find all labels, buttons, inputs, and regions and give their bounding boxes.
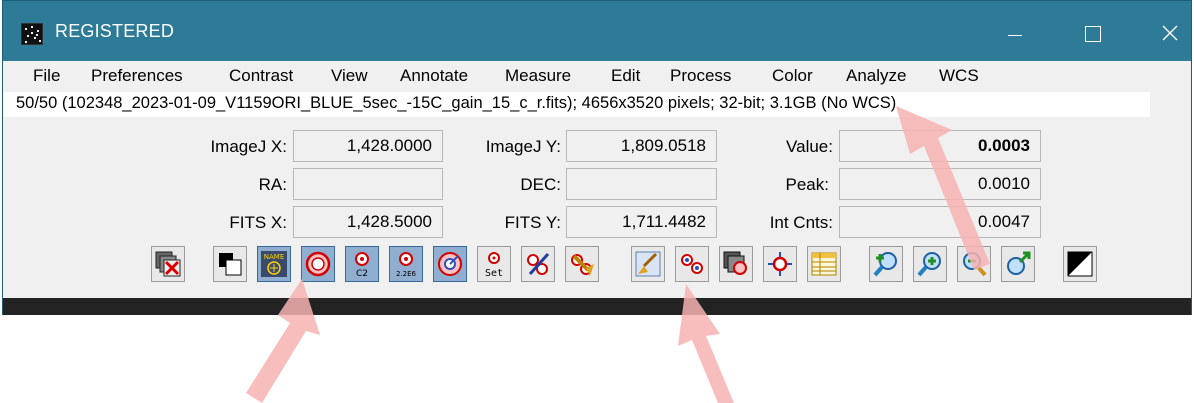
peak-label: Peak: — [785, 175, 829, 194]
imagej-y-label: ImageJ Y: — [485, 137, 561, 156]
menu-process[interactable]: Process — [670, 66, 731, 86]
int-cnts-label: Int Cnts: — [769, 213, 833, 232]
menu-contrast[interactable]: Contrast — [229, 66, 293, 86]
set-aperture-button[interactable]: Set — [477, 246, 511, 282]
invert-icon — [219, 253, 242, 276]
table-button[interactable] — [807, 246, 841, 282]
mag-icon — [438, 252, 462, 276]
dec-field[interactable] — [566, 168, 717, 200]
title-bar[interactable]: REGISTERED — [3, 1, 1191, 61]
minimize-button[interactable] — [991, 13, 1037, 53]
image-window: REGISTERED File Preferences Contrast Vie… — [2, 0, 1192, 315]
fits-y-label: FITS Y: — [504, 213, 561, 232]
menu-measure[interactable]: Measure — [505, 66, 571, 86]
menu-wcs[interactable]: WCS — [939, 66, 979, 86]
menu-analyze[interactable]: Analyze — [846, 66, 906, 86]
centroid-button[interactable]: C2 — [345, 246, 379, 282]
set-aperture-icon: Set — [485, 252, 503, 278]
crosshair-button[interactable] — [763, 246, 797, 282]
broom-button[interactable] — [631, 246, 665, 282]
maximize-button[interactable] — [1069, 13, 1115, 53]
aperture-icon — [305, 251, 331, 277]
name-text: NAME — [264, 253, 285, 261]
table-icon — [811, 252, 837, 276]
menu-preferences[interactable]: Preferences — [91, 66, 183, 86]
scale-button[interactable]: 2.2E6 — [389, 246, 423, 282]
zoom-fit-button[interactable] — [1001, 246, 1035, 282]
menu-bar: File Preferences Contrast View Annotate … — [3, 61, 1191, 91]
multi-aperture-button[interactable] — [675, 246, 709, 282]
value-label: Value: — [786, 137, 833, 156]
ra-field[interactable] — [293, 168, 443, 200]
close-all-icon — [155, 251, 181, 277]
imagej-y-field[interactable]: 1,809.0518 — [566, 130, 717, 162]
stack-button[interactable] — [719, 246, 753, 282]
c2-text: C2 — [356, 269, 368, 278]
close-all-button[interactable] — [151, 246, 185, 282]
menu-annotate[interactable]: Annotate — [400, 66, 468, 86]
clear-aperture-button[interactable] — [565, 246, 599, 282]
stack-icon — [723, 251, 747, 275]
mag-button[interactable] — [433, 246, 467, 282]
imagej-x-label: ImageJ X: — [210, 137, 287, 156]
zoom-fit-icon — [1007, 251, 1031, 275]
annotation-arrow-middle — [678, 284, 734, 403]
menu-color[interactable]: Color — [772, 66, 813, 86]
scale-text: 2.2E6 — [396, 270, 417, 278]
centroid-icon: C2 — [355, 252, 369, 278]
multi-aperture-icon — [681, 254, 703, 274]
app-icon — [21, 23, 43, 45]
negative-icon — [1067, 251, 1093, 277]
annotation-arrow-right — [896, 106, 990, 270]
negative-button[interactable] — [1063, 246, 1097, 282]
clear-aperture-icon — [571, 254, 594, 276]
close-button[interactable] — [1147, 13, 1193, 53]
imagej-x-field[interactable]: 1,428.0000 — [293, 130, 443, 162]
menu-file[interactable]: File — [33, 66, 60, 86]
dec-label: DEC: — [520, 175, 561, 194]
menu-edit[interactable]: Edit — [611, 66, 640, 86]
fits-y-field[interactable]: 1,711.4482 — [566, 206, 717, 238]
image-canvas[interactable] — [3, 298, 1191, 315]
annotation-arrow-left — [246, 279, 320, 403]
set-text: Set — [485, 268, 503, 278]
edit-aperture-icon — [527, 252, 550, 276]
ra-label: RA: — [258, 175, 287, 194]
close-icon — [1162, 25, 1178, 41]
broom-icon — [635, 251, 661, 277]
menu-view[interactable]: View — [331, 66, 368, 86]
scale-icon: 2.2E6 — [396, 252, 417, 278]
fits-x-field[interactable]: 1,428.5000 — [293, 206, 443, 238]
fits-x-label: FITS X: — [229, 213, 287, 232]
edit-aperture-button[interactable] — [521, 246, 555, 282]
window-title: REGISTERED — [55, 21, 175, 41]
crosshair-icon — [768, 252, 792, 276]
show-name-icon: NAME — [261, 251, 287, 277]
